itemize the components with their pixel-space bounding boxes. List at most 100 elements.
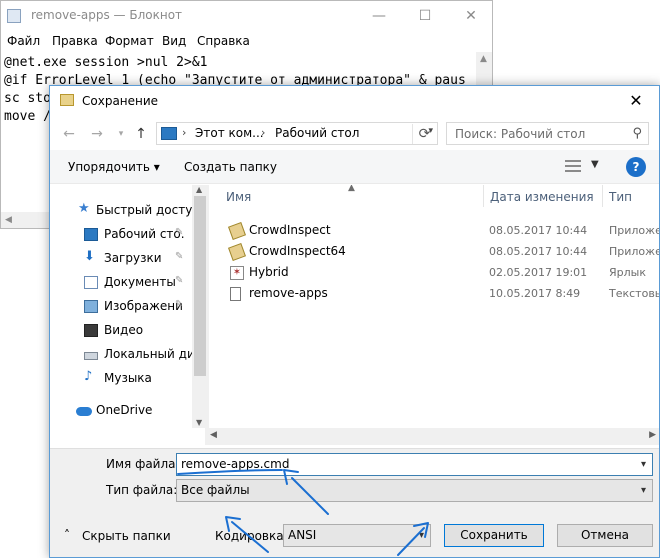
music-icon: ♪ bbox=[84, 369, 93, 384]
dialog-toolbar: Упорядочить ▾ Создать папку ▼ ? bbox=[50, 150, 659, 184]
file-list: Имя ▲ Дата изменения Тип CrowdInspect 08… bbox=[220, 185, 659, 428]
hide-folders-label: Скрыть папки bbox=[82, 529, 171, 543]
new-folder-button[interactable]: Создать папку bbox=[184, 160, 277, 174]
back-arrow-icon[interactable]: ← bbox=[58, 124, 80, 144]
sidebar-item-downloads[interactable]: ⬇ Загрузки ✎ bbox=[50, 247, 192, 271]
filetype-value: Все файлы bbox=[181, 483, 250, 497]
sidebar-item-label: Локальный дис bbox=[104, 347, 202, 361]
sidebar-item-pictures[interactable]: Изображени ✎ bbox=[50, 295, 192, 319]
sidebar-item-label: Музыка bbox=[104, 371, 152, 385]
notepad-close-icon[interactable]: ✕ bbox=[448, 1, 492, 31]
video-icon bbox=[84, 324, 98, 337]
folder-icon bbox=[60, 94, 74, 106]
file-row[interactable]: CrowdInspect 08.05.2017 10:44 Приложе bbox=[220, 220, 659, 241]
scroll-left-icon[interactable]: ◀ bbox=[210, 430, 217, 440]
star-icon: ★ bbox=[78, 201, 90, 216]
cancel-button[interactable]: Отмена bbox=[557, 524, 653, 547]
chevron-down-icon[interactable]: ▾ bbox=[641, 459, 646, 470]
dialog-titlebar[interactable]: Сохранение ✕ bbox=[50, 86, 659, 116]
sidebar-item-videos[interactable]: Видео bbox=[50, 319, 192, 343]
refresh-icon[interactable]: ⟳ bbox=[412, 124, 436, 144]
filename-field[interactable]: remove-apps.cmd ▾ bbox=[176, 453, 653, 476]
file-name: remove-apps bbox=[249, 286, 328, 300]
text-file-icon bbox=[230, 287, 241, 301]
organize-button[interactable]: Упорядочить ▾ bbox=[68, 160, 160, 174]
sidebar-item-desktop[interactable]: Рабочий сто. ✎ bbox=[50, 223, 192, 247]
desktop-icon bbox=[84, 228, 98, 241]
file-name: CrowdInspect bbox=[249, 223, 331, 237]
menu-view[interactable]: Вид bbox=[162, 34, 186, 48]
pin-icon[interactable]: ✎ bbox=[175, 275, 183, 286]
chevron-down-icon[interactable]: ▾ bbox=[641, 485, 646, 496]
menu-help[interactable]: Справка bbox=[197, 34, 250, 48]
sort-ascending-icon: ▲ bbox=[348, 185, 355, 193]
save-button[interactable]: Сохранить bbox=[444, 524, 544, 547]
column-date[interactable]: Дата изменения bbox=[484, 185, 603, 207]
file-list-hscrollbar[interactable]: ◀ ▶ bbox=[205, 428, 659, 445]
file-name: Hybrid bbox=[249, 265, 289, 279]
file-row[interactable]: ✶ Hybrid 02.05.2017 19:01 Ярлык bbox=[220, 262, 659, 283]
maximize-icon[interactable]: ☐ bbox=[402, 1, 448, 31]
file-row[interactable]: CrowdInspect64 08.05.2017 10:44 Приложе bbox=[220, 241, 659, 262]
documents-icon bbox=[84, 276, 98, 289]
chevron-down-icon[interactable]: ▼ bbox=[591, 159, 599, 170]
scrollbar-thumb[interactable] bbox=[194, 196, 206, 376]
filetype-select[interactable]: Все файлы ▾ bbox=[176, 479, 653, 502]
encoding-select[interactable]: ANSI ▾ bbox=[283, 524, 431, 547]
view-options-icon[interactable] bbox=[565, 160, 581, 172]
scroll-up-icon[interactable]: ▲ bbox=[480, 54, 487, 64]
menu-format[interactable]: Формат bbox=[105, 34, 154, 48]
recent-locations-icon[interactable]: ▾ bbox=[110, 124, 132, 144]
scroll-left-icon[interactable]: ◀ bbox=[5, 215, 12, 225]
file-date: 10.05.2017 8:49 bbox=[489, 287, 581, 300]
menu-edit[interactable]: Правка bbox=[52, 34, 98, 48]
sidebar-item-local-disk[interactable]: Локальный дис bbox=[50, 343, 201, 367]
forward-arrow-icon[interactable]: → bbox=[86, 124, 108, 144]
pin-icon[interactable]: ✎ bbox=[175, 299, 183, 310]
sidebar-item-label: Изображени bbox=[104, 299, 183, 313]
pin-icon[interactable]: ✎ bbox=[175, 227, 183, 238]
breadcrumb-separator: › bbox=[182, 126, 187, 139]
notepad-titlebar[interactable]: remove-apps — Блокнот — ☐ ✕ bbox=[1, 1, 492, 31]
address-bar[interactable]: › Этот ком... › Рабочий стол ▾ bbox=[156, 122, 438, 145]
file-row[interactable]: remove-apps 10.05.2017 8:49 Текстовы bbox=[220, 283, 659, 304]
breadcrumb-desktop[interactable]: Рабочий стол bbox=[275, 126, 359, 140]
sidebar-item-label: Видео bbox=[104, 323, 144, 337]
menu-file[interactable]: Файл bbox=[7, 34, 40, 48]
sidebar-item-quick-access[interactable]: ★ Быстрый доступ bbox=[50, 199, 200, 223]
notepad-icon bbox=[7, 9, 21, 23]
navigation-pane: ★ Быстрый доступ Рабочий сто. ✎ ⬇ Загруз… bbox=[50, 185, 205, 428]
up-arrow-icon[interactable]: ↑ bbox=[130, 124, 152, 144]
editor-line: @net.exe session >nul 2>&1 bbox=[4, 55, 208, 70]
chevron-down-icon[interactable]: ▾ bbox=[419, 530, 424, 541]
encoding-label: Кодировка: bbox=[215, 529, 288, 543]
breadcrumb-separator: › bbox=[261, 126, 266, 139]
pictures-icon bbox=[84, 300, 98, 313]
sidebar-item-onedrive[interactable]: OneDrive bbox=[50, 399, 192, 423]
scroll-right-icon[interactable]: ▶ bbox=[649, 430, 656, 440]
pin-icon[interactable]: ✎ bbox=[175, 251, 183, 262]
help-icon[interactable]: ? bbox=[626, 157, 646, 177]
sidebar-item-label: Загрузки bbox=[104, 251, 162, 265]
navigation-scrollbar[interactable]: ▲ ▼ bbox=[192, 185, 209, 428]
search-box[interactable]: Поиск: Рабочий стол ⚲ bbox=[446, 122, 649, 145]
file-type: Ярлык bbox=[609, 266, 646, 279]
filename-label: Имя файла: bbox=[106, 457, 180, 471]
minimize-icon[interactable]: — bbox=[356, 1, 402, 31]
sidebar-item-label: Рабочий сто. bbox=[104, 227, 185, 241]
notepad-menubar: Файл Правка Формат Вид Справка bbox=[1, 31, 492, 52]
sidebar-item-documents[interactable]: Документы ✎ bbox=[50, 271, 192, 295]
column-type[interactable]: Тип bbox=[603, 185, 659, 207]
search-icon[interactable]: ⚲ bbox=[632, 126, 642, 141]
sidebar-item-label: Быстрый доступ bbox=[96, 203, 201, 217]
sidebar-item-label: OneDrive bbox=[96, 403, 153, 417]
breadcrumb-this-pc[interactable]: Этот ком... bbox=[195, 126, 264, 140]
file-name: CrowdInspect64 bbox=[249, 244, 346, 258]
sidebar-item-music[interactable]: ♪ Музыка bbox=[50, 367, 192, 391]
column-name[interactable]: Имя ▲ bbox=[220, 185, 484, 207]
scroll-down-icon[interactable]: ▼ bbox=[196, 418, 202, 427]
file-date: 08.05.2017 10:44 bbox=[489, 245, 588, 258]
dialog-close-icon[interactable]: ✕ bbox=[613, 86, 659, 116]
application-icon bbox=[228, 243, 246, 261]
scroll-up-icon[interactable]: ▲ bbox=[196, 185, 202, 194]
